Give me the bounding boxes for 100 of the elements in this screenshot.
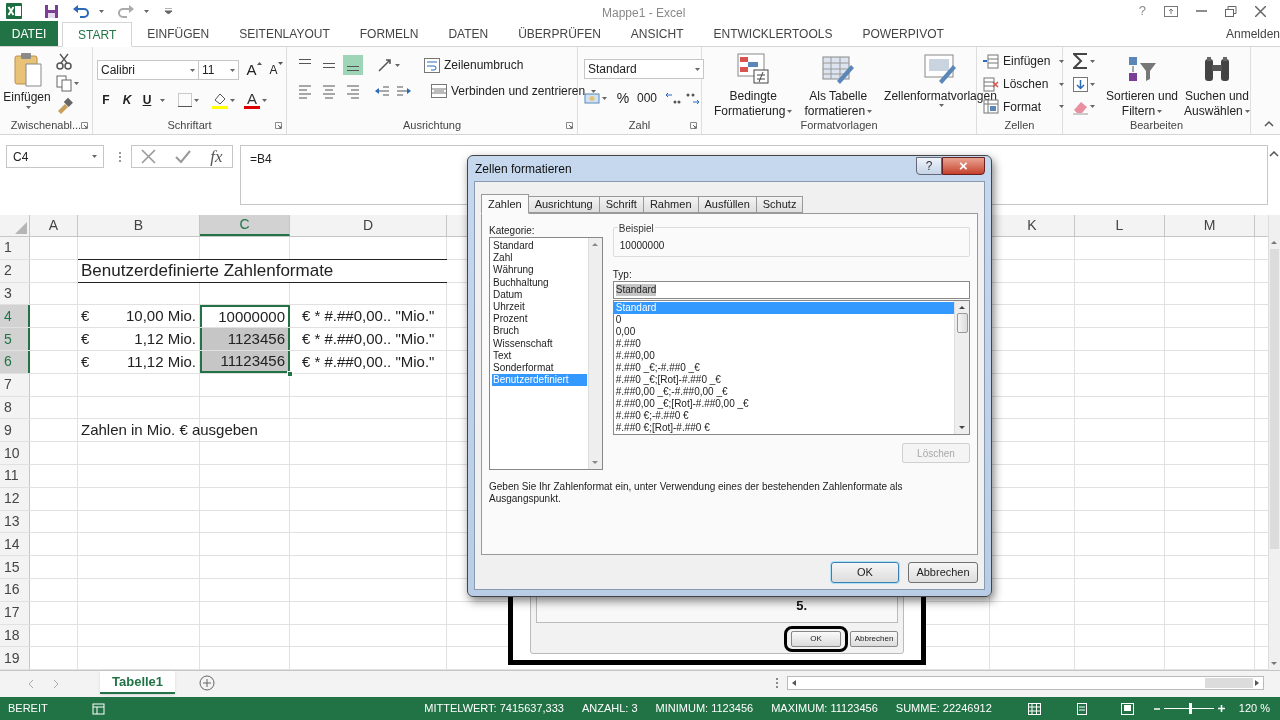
- list-item[interactable]: #.##0 €;[Rot]-#.##0 €: [613, 422, 954, 434]
- dialog-tab[interactable]: Schrift: [598, 196, 644, 213]
- fill-color-button[interactable]: [212, 91, 235, 109]
- table-cell[interactable]: 10000000: [202, 306, 288, 329]
- sign-in-link[interactable]: Anmelden: [1225, 25, 1280, 43]
- category-list[interactable]: Standard Zahl Währung Buchhaltung Datum Uhrzeit Prozent Bruch Wissenschaft Text Sonderformat Benutzerdefiniert: [489, 237, 603, 470]
- wrap-text-button[interactable]: Zeilenumbruch: [424, 56, 524, 74]
- row-header[interactable]: 6: [0, 351, 30, 373]
- column-header[interactable]: D: [290, 215, 447, 236]
- row-header[interactable]: 17: [0, 601, 30, 624]
- collapse-formula-bar-icon[interactable]: [1269, 151, 1279, 158]
- ribbon-tab[interactable]: START: [62, 22, 133, 47]
- zoom-slider[interactable]: [1163, 703, 1214, 714]
- row-header[interactable]: 9: [0, 419, 30, 442]
- collapse-ribbon-icon[interactable]: [1264, 120, 1274, 128]
- vertical-scrollbar[interactable]: [1268, 215, 1280, 670]
- ribbon-tab[interactable]: DATEN: [433, 21, 504, 46]
- list-item[interactable]: #.##0 _€;-#.##0 _€: [613, 362, 954, 374]
- paste-button[interactable]: Einfügen: [0, 47, 54, 117]
- sheet-tab[interactable]: Tabelle1: [100, 671, 176, 694]
- font-name-dropdown[interactable]: Calibri: [97, 60, 199, 80]
- editing-menu-button[interactable]: Suchen und Auswählen: [1181, 47, 1253, 117]
- enter-check-icon[interactable]: [175, 149, 192, 164]
- dialog-launcher-icon[interactable]: [566, 122, 574, 130]
- increase-indent-icon[interactable]: [397, 83, 411, 99]
- column-header[interactable]: A: [30, 215, 78, 236]
- accounting-format-button[interactable]: [584, 90, 607, 106]
- slider-thumb[interactable]: [1188, 703, 1192, 714]
- decrease-indent-icon[interactable]: [375, 83, 389, 99]
- dialog-launcher-icon[interactable]: [81, 122, 89, 130]
- row-header[interactable]: 4: [0, 305, 30, 328]
- list-item[interactable]: 0: [613, 314, 954, 326]
- list-item[interactable]: #.##0,00 _€;[Rot]-#.##0,00 _€: [613, 398, 954, 410]
- increase-decimal-icon[interactable]: [664, 90, 682, 106]
- table-cell[interactable]: 1123456: [202, 327, 288, 351]
- scroll-up-icon[interactable]: [1269, 239, 1279, 247]
- ribbon-tab[interactable]: ENTWICKLERTOOLS: [698, 21, 848, 46]
- vertical-align-button[interactable]: [343, 55, 363, 75]
- list-item[interactable]: Prozent: [492, 313, 588, 326]
- underline-button[interactable]: U: [139, 89, 155, 111]
- list-item[interactable]: 0,00: [613, 326, 954, 338]
- insert-function-button[interactable]: fx: [210, 143, 223, 170]
- ribbon-tab[interactable]: SEITENLAYOUT: [224, 21, 345, 46]
- list-item[interactable]: Buchhaltung: [492, 276, 588, 289]
- scroll-up-icon[interactable]: [958, 305, 966, 310]
- row-header[interactable]: 11: [0, 464, 30, 487]
- ribbon-tab[interactable]: DATEI: [0, 21, 58, 46]
- column-header[interactable]: M: [1165, 215, 1255, 236]
- customize-toolbar-icon[interactable]: [165, 8, 172, 14]
- dialog-launcher-icon[interactable]: [275, 122, 283, 130]
- row-header[interactable]: 7: [0, 373, 30, 396]
- ribbon-tab[interactable]: ÜBERPRÜFEN: [503, 21, 616, 46]
- dialog-button[interactable]: Abbrechen: [908, 562, 978, 583]
- list-item[interactable]: #.##0 €;-#.##0 €: [613, 410, 954, 422]
- undo-icon[interactable]: [73, 4, 89, 18]
- row-header[interactable]: 10: [0, 442, 30, 464]
- bold-button[interactable]: F: [97, 89, 115, 111]
- ribbon-tab[interactable]: POWERPIVOT: [847, 21, 959, 46]
- page-layout-icon[interactable]: [1074, 702, 1089, 715]
- help-button[interactable]: ?: [916, 157, 942, 175]
- name-box[interactable]: C4: [6, 145, 104, 168]
- ribbon-display-icon[interactable]: [1164, 5, 1178, 17]
- row-header[interactable]: 16: [0, 578, 30, 601]
- row-header[interactable]: 2: [0, 259, 30, 282]
- row-header[interactable]: 19: [0, 647, 30, 670]
- row-header[interactable]: 18: [0, 624, 30, 647]
- format-painter-icon[interactable]: [56, 97, 74, 115]
- dialog-launcher-icon[interactable]: [690, 122, 698, 130]
- ribbon-tab[interactable]: EINFÜGEN: [132, 21, 225, 46]
- help-button[interactable]: ?: [1138, 1, 1146, 21]
- list-item[interactable]: Datum: [492, 288, 588, 301]
- editing-menu-button[interactable]: Sortieren und Filtern: [1103, 47, 1182, 117]
- list-item[interactable]: Text: [492, 349, 588, 362]
- percent-button[interactable]: %: [614, 87, 632, 109]
- fill-handle[interactable]: [287, 370, 293, 377]
- font-size-dropdown[interactable]: 11: [199, 60, 239, 80]
- scroll-left-icon[interactable]: [790, 678, 799, 688]
- list-item[interactable]: #.##0: [613, 338, 954, 350]
- ribbon-tab[interactable]: ANSICHT: [615, 21, 699, 46]
- list-item[interactable]: Wissenschaft: [492, 337, 588, 350]
- row-header[interactable]: 14: [0, 533, 30, 556]
- italic-button[interactable]: K: [118, 89, 136, 111]
- row-header[interactable]: 1: [0, 237, 30, 259]
- horizontal-scrollbar[interactable]: [787, 676, 1265, 690]
- list-item[interactable]: Standard: [492, 240, 588, 253]
- row-header[interactable]: 5: [0, 328, 30, 350]
- row-header[interactable]: 15: [0, 556, 30, 578]
- cell-style-button[interactable]: Bedingte Formatierung: [710, 53, 797, 117]
- page-break-view-icon[interactable]: [1120, 702, 1134, 715]
- row-header[interactable]: 12: [0, 487, 30, 510]
- scroll-thumb[interactable]: [956, 313, 968, 333]
- table-cell[interactable]: 11123456: [202, 349, 288, 373]
- dialog-tab[interactable]: Zahlen: [481, 194, 529, 214]
- number-format-dropdown[interactable]: Standard: [584, 59, 704, 79]
- dialog-button[interactable]: OK: [831, 562, 899, 583]
- row-header[interactable]: 8: [0, 396, 30, 419]
- normal-view-icon[interactable]: [1027, 702, 1041, 715]
- list-item[interactable]: Uhrzeit: [492, 300, 588, 314]
- row-header[interactable]: 13: [0, 510, 30, 533]
- zoom-in-icon[interactable]: [1217, 705, 1225, 712]
